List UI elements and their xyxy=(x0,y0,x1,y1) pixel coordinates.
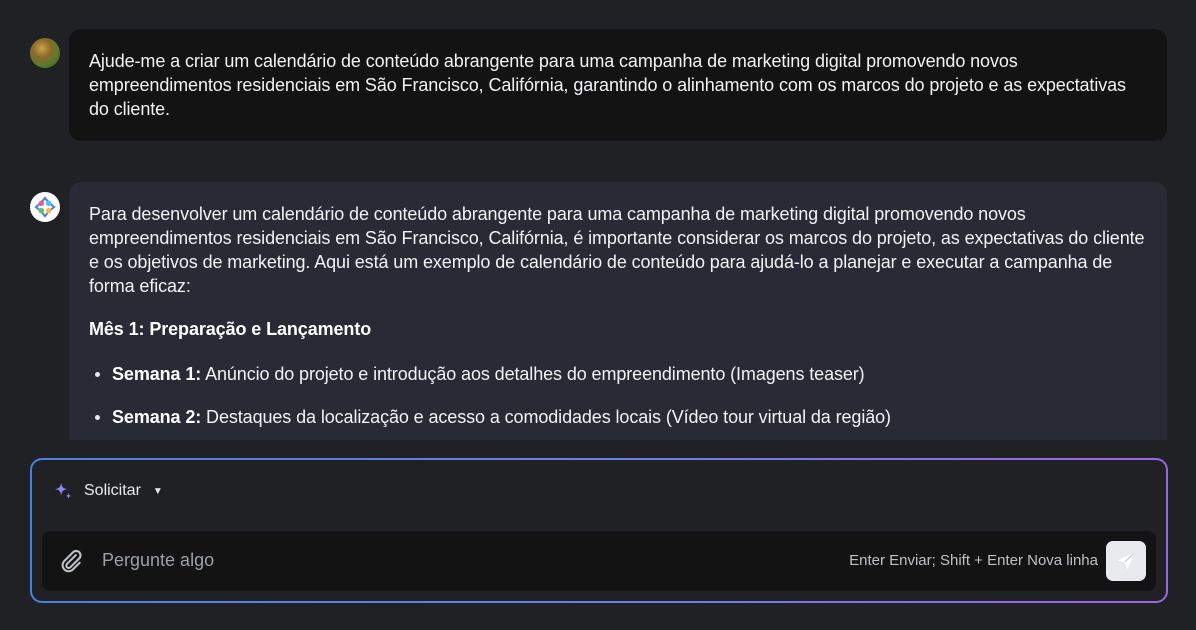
prompt-input[interactable] xyxy=(102,547,702,573)
sparkle-icon xyxy=(54,482,72,499)
list-item-text: Anúncio do projeto e introdução aos deta… xyxy=(201,364,865,384)
caret-down-icon: ▼ xyxy=(152,485,163,497)
list-item: Semana 2: Destaques da localização e ace… xyxy=(89,405,1147,429)
input-area: Enter Enviar; Shift + Enter Nova linha xyxy=(42,531,1156,591)
keyboard-hint: Enter Enviar; Shift + Enter Nova linha xyxy=(849,552,1098,569)
paperclip-icon[interactable] xyxy=(58,548,84,574)
chat-thread: Ajude-me a criar um calendário de conteú… xyxy=(0,0,1196,440)
mode-selector[interactable]: Solicitar ▼ xyxy=(52,480,163,502)
ai-message-intro: Para desenvolver um calendário de conteú… xyxy=(89,204,1145,296)
send-button[interactable] xyxy=(1106,541,1146,581)
composer-body: Solicitar ▼ Enter Enviar; Shift + Enter … xyxy=(32,460,1166,601)
ai-message-heading: Mês 1: Preparação e Lançamento xyxy=(89,319,372,339)
user-message-text: Ajude-me a criar um calendário de conteú… xyxy=(89,51,1126,119)
list-item-label: Semana 1: xyxy=(112,364,202,384)
list-item-label: Semana 2: xyxy=(112,407,202,427)
list-item: Semana 1: Anúncio do projeto e introduçã… xyxy=(89,362,1147,386)
list-item-text: Destaques da localização e acesso a como… xyxy=(201,407,891,427)
ai-message-bubble: Para desenvolver um calendário de conteú… xyxy=(69,182,1167,440)
prompt-composer: Solicitar ▼ Enter Enviar; Shift + Enter … xyxy=(30,458,1168,603)
ai-message-list: Semana 1: Anúncio do projeto e introduçã… xyxy=(89,362,1147,429)
ai-logo-icon xyxy=(30,192,60,222)
user-message-bubble: Ajude-me a criar um calendário de conteú… xyxy=(69,29,1167,141)
send-icon xyxy=(1118,553,1134,569)
user-avatar xyxy=(30,38,60,68)
mode-label: Solicitar xyxy=(84,482,141,499)
